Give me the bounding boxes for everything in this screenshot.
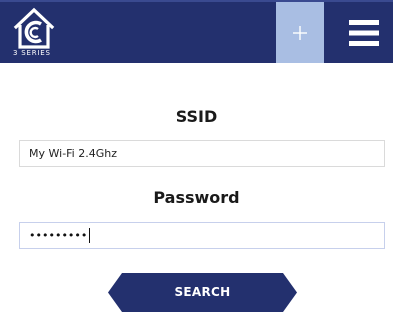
wifi-setup-screen: 3 SERIES SSID Password ••••••••• SEARCH — [0, 0, 393, 312]
header-top-line — [0, 0, 393, 2]
search-button[interactable]: SEARCH — [108, 273, 297, 312]
ssid-input[interactable] — [19, 140, 385, 167]
logo-series-text: 3 SERIES — [13, 49, 51, 57]
password-input[interactable]: ••••••••• — [19, 222, 385, 249]
brand-logo[interactable]: 3 SERIES — [12, 6, 76, 62]
ssid-label: SSID — [175, 107, 218, 126]
password-masked-value: ••••••••• — [29, 229, 88, 242]
password-label: Password — [153, 188, 240, 207]
add-button[interactable] — [276, 2, 324, 63]
app-header: 3 SERIES — [0, 0, 393, 63]
search-button-label: SEARCH — [174, 285, 231, 299]
plus-icon — [293, 25, 307, 40]
house-c-logo-icon — [13, 7, 55, 49]
hamburger-menu-icon — [349, 19, 379, 46]
text-caret — [89, 228, 91, 243]
menu-button[interactable] — [340, 2, 388, 63]
